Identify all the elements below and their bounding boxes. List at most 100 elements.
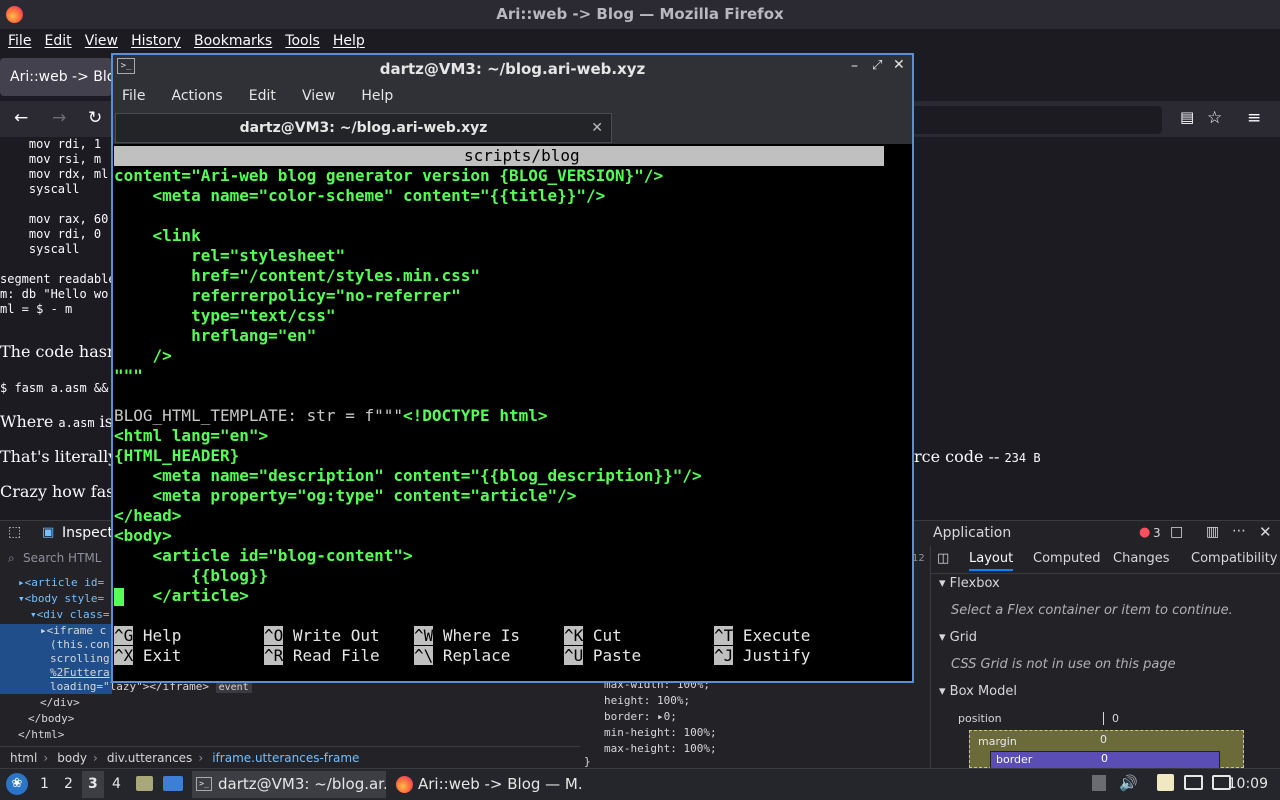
url-bar[interactable] <box>912 106 1162 134</box>
shortcut-read-file[interactable]: ^R Read File <box>264 646 380 666</box>
shortcut-write-out[interactable]: ^O Write Out <box>264 626 380 646</box>
taskbar-terminal[interactable]: >_ dartz@VM3: ~/blog.ar... <box>192 771 386 798</box>
workspace-1[interactable]: 1 <box>40 776 49 792</box>
nano-filename: scripts/blog <box>464 146 580 165</box>
error-icon: ● <box>1139 525 1151 540</box>
css-rule: height: 100%; <box>604 694 691 707</box>
divider <box>931 573 1280 574</box>
firefox-menu-view[interactable]: View <box>85 29 118 53</box>
forward-arrow-icon[interactable]: → <box>52 108 66 128</box>
breadcrumb-html[interactable]: html <box>10 748 37 768</box>
firefox-menu-help[interactable]: Help <box>333 29 365 53</box>
reader-view-icon[interactable]: ▤ <box>1180 108 1194 126</box>
shortcut-exit[interactable]: ^X Exit <box>114 646 181 666</box>
code-line: segment readable <box>0 272 116 286</box>
taskbar-firefox[interactable]: Ari::web -> Blog — M... <box>392 771 582 798</box>
firefox-menu-tools[interactable]: Tools <box>285 29 320 53</box>
tab-computed[interactable]: Computed <box>1033 551 1101 566</box>
terminal-tab[interactable]: dartz@VM3: ~/blog.ari-web.xyz ✕ <box>115 113 612 143</box>
close-window-icon[interactable]: ✕ <box>893 57 905 73</box>
shortcut-execute[interactable]: ^T Execute <box>714 626 810 646</box>
close-devtools-icon[interactable]: ✕ <box>1259 523 1272 541</box>
element-picker-icon[interactable]: ⬚ <box>8 524 21 540</box>
firefox-tab-blog[interactable]: Ari::web -> Blog — Mozilla Firefox <box>0 58 112 96</box>
shortcut-where-is[interactable]: ^W Where Is <box>414 626 520 646</box>
editor-line: <article id="blog-content"> <box>114 546 413 565</box>
hamburger-menu-icon[interactable]: ≡ <box>1247 108 1261 128</box>
shortcut-help[interactable]: ^G Help <box>114 626 181 646</box>
breadcrumb-body[interactable]: body <box>57 748 87 768</box>
grid-section-toggle[interactable]: ▾ Grid <box>939 630 977 645</box>
code-line: mov rdi, 1 <box>0 137 102 151</box>
box-border-label: border <box>996 753 1033 766</box>
start-menu-icon[interactable]: ❀ <box>6 773 28 795</box>
dom-line: </html> <box>18 728 65 741</box>
shortcut-cut[interactable]: ^K Cut <box>564 626 622 646</box>
minimize-icon[interactable]: – <box>851 58 858 74</box>
event-badge[interactable]: event <box>215 682 252 693</box>
firefox-menu-file[interactable]: File <box>8 29 31 53</box>
editor-line: <meta name="color-scheme" content="{{tit… <box>114 186 606 205</box>
tab-application[interactable]: Application <box>933 525 1011 541</box>
tray-updates-icon[interactable] <box>1092 775 1106 791</box>
box-margin[interactable]: margin 0 border 0 <box>969 730 1244 769</box>
editor-line: href="/content/styles.min.css" <box>114 266 481 285</box>
paragraph: Where a.asm is <box>0 412 113 431</box>
shortcut-replace[interactable]: ^\ Replace <box>414 646 510 666</box>
shortcut-key: ^\ <box>414 646 434 665</box>
firefox-menu-edit[interactable]: Edit <box>45 29 72 53</box>
tab-changes[interactable]: Changes <box>1113 551 1170 566</box>
more-options-icon[interactable]: ⋯ <box>1232 523 1246 539</box>
terminal-menu-actions[interactable]: Actions <box>166 81 229 112</box>
maximize-icon[interactable]: ⤢ <box>872 58 882 73</box>
workspace-4[interactable]: 4 <box>112 776 121 792</box>
devtools-breadcrumb: html › body › div.utterances › iframe.utter… <box>0 746 580 768</box>
dom-node[interactable]: ▸<article id= <box>18 576 104 589</box>
editor-line: </head> <box>114 506 182 525</box>
shortcut-paste[interactable]: ^U Paste <box>564 646 641 666</box>
clipboard-icon[interactable] <box>1157 774 1174 791</box>
firefox-menu-history[interactable]: History <box>131 29 181 53</box>
box-border[interactable]: border 0 <box>990 751 1220 769</box>
file-manager-icon[interactable] <box>136 776 153 791</box>
editor-line: type="text/css" <box>114 306 336 325</box>
show-desktop-icon[interactable] <box>163 776 183 791</box>
paragraph: Crazy how fas <box>0 482 115 501</box>
tab-layout[interactable]: Layout <box>969 551 1014 571</box>
boxmodel-section-toggle[interactable]: ▾ Box Model <box>939 684 1017 699</box>
shortcut-justify[interactable]: ^J Justify <box>714 646 810 666</box>
reload-icon[interactable]: ↻ <box>88 108 102 128</box>
dom-node[interactable]: ▾<div class= <box>30 608 109 621</box>
editor-line: /> <box>114 346 172 365</box>
boxmodel-header: Box Model <box>949 684 1018 699</box>
dock-icon[interactable]: ▥ <box>1206 524 1219 540</box>
terminal-menu-edit[interactable]: Edit <box>243 81 282 112</box>
paragraph-text: Where <box>0 412 59 431</box>
firefox-menu-bookmarks[interactable]: Bookmarks <box>194 29 272 53</box>
shortcut-label: Justify <box>742 646 811 665</box>
terminal-app-icon: >_ <box>117 58 135 74</box>
clock[interactable]: 10:09 <box>1228 776 1268 792</box>
terminal-menu-bar: File Actions Edit View Help <box>113 81 912 112</box>
breadcrumb-div[interactable]: div.utterances <box>107 748 192 768</box>
close-tab-icon[interactable]: ✕ <box>591 114 603 142</box>
dom-node[interactable]: ▾<body style= <box>18 592 104 605</box>
search-html-input[interactable]: Search HTML <box>23 551 101 565</box>
volume-icon[interactable]: 🔊 <box>1119 774 1138 792</box>
breadcrumb-iframe[interactable]: iframe.utterances-frame <box>212 748 359 768</box>
workspace-3[interactable]: 3 <box>88 776 98 792</box>
terminal-menu-view[interactable]: View <box>296 81 341 112</box>
tab-compatibility[interactable]: Compatibility <box>1191 551 1277 566</box>
paragraph-text: rce code -- <box>914 447 1005 466</box>
responsive-icon[interactable]: □ <box>1170 524 1183 540</box>
terminal-menu-file[interactable]: File <box>116 81 151 112</box>
terminal-menu-help[interactable]: Help <box>355 81 399 112</box>
back-arrow-icon[interactable]: ← <box>14 108 28 128</box>
terminal-title-bar[interactable]: dartz@VM3: ~/blog.ari-web.xyz <box>111 53 914 81</box>
sidebar-toggle-icon[interactable]: ◫ <box>937 551 949 566</box>
workspace-2[interactable]: 2 <box>64 776 73 792</box>
flexbox-section-toggle[interactable]: ▾ Flexbox <box>939 576 1000 591</box>
display-icon[interactable] <box>1184 775 1203 790</box>
bookmark-star-icon[interactable]: ☆ <box>1207 108 1222 128</box>
box-margin-label: margin <box>978 735 1017 748</box>
